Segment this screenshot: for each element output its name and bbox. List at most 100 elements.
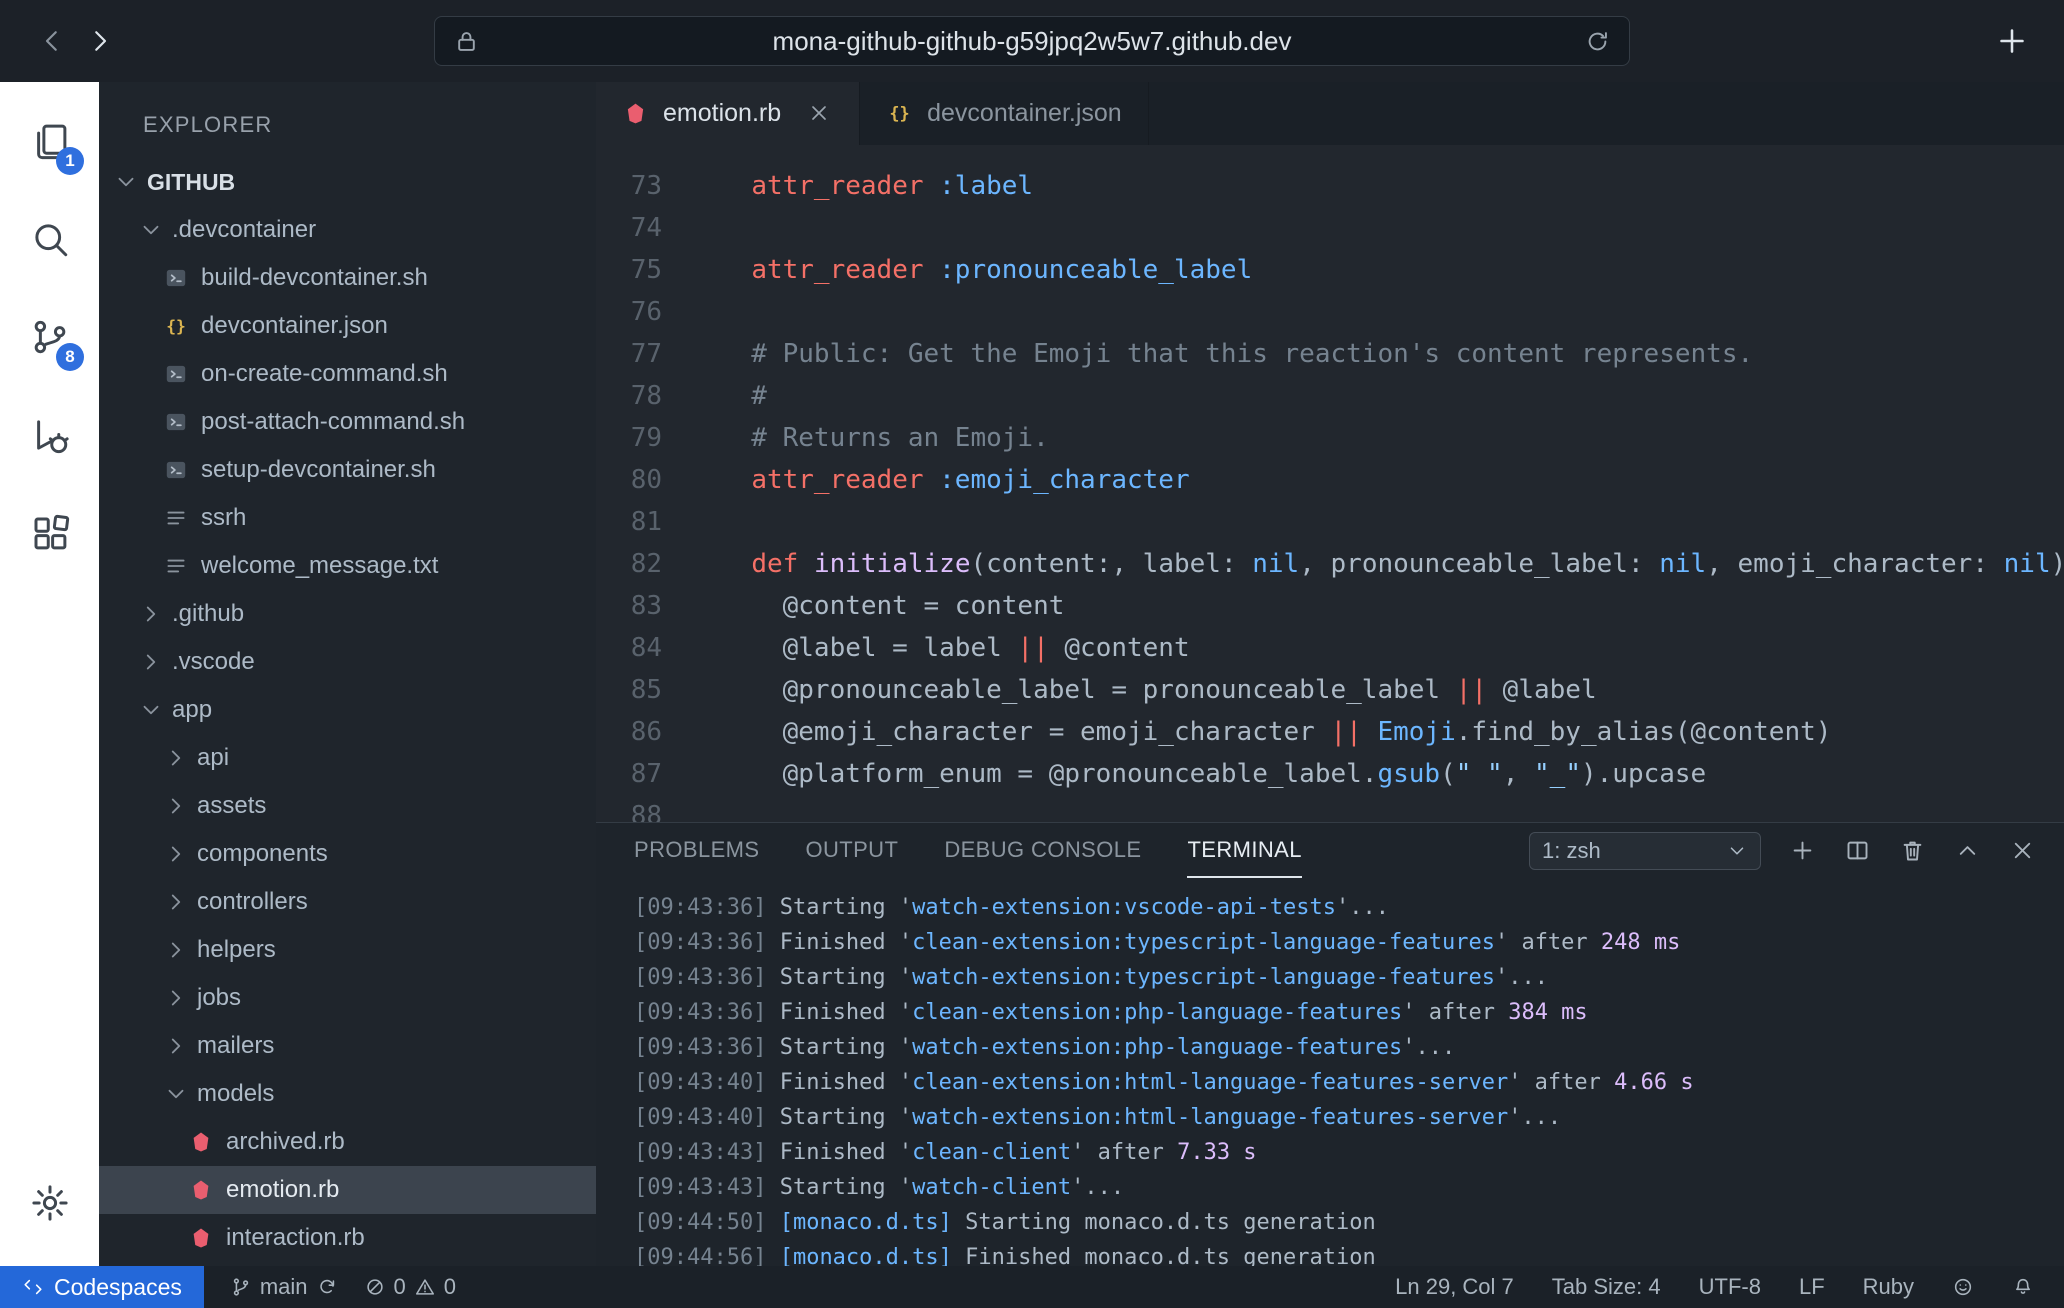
code-line: 83 @content = content bbox=[596, 585, 2064, 627]
tree-item-setup-devcontainer.sh[interactable]: setup-devcontainer.sh bbox=[99, 446, 596, 494]
branch-icon bbox=[230, 1276, 252, 1298]
chevron-right-icon bbox=[163, 937, 189, 963]
tree-item-emotion.rb[interactable]: emotion.rb bbox=[99, 1166, 596, 1214]
branch-name: main bbox=[260, 1274, 308, 1300]
tree-item-archived.rb[interactable]: archived.rb bbox=[99, 1118, 596, 1166]
terminal-line: [09:43:36] Finished 'clean-extension:typ… bbox=[634, 925, 2064, 960]
code-line: 84 @label = label || @content bbox=[596, 627, 2064, 669]
activity-settings[interactable] bbox=[0, 1154, 99, 1252]
chevron-right-icon bbox=[138, 601, 164, 627]
code-text: @pronounceable_label = pronounceable_lab… bbox=[720, 669, 1597, 711]
activity-extensions[interactable] bbox=[0, 484, 99, 582]
chevron-right-icon bbox=[138, 649, 164, 675]
tree-item-ssrh[interactable]: ssrh bbox=[99, 494, 596, 542]
tree-item-devcontainer.json[interactable]: {}devcontainer.json bbox=[99, 302, 596, 350]
chevron-down-icon bbox=[163, 1081, 189, 1107]
tree-item-api[interactable]: api bbox=[99, 734, 596, 782]
tree-item-label: ssrh bbox=[201, 504, 246, 532]
indentation-setting[interactable]: Tab Size: 4 bbox=[1552, 1274, 1661, 1300]
panel-tab-output[interactable]: OUTPUT bbox=[805, 823, 898, 878]
terminal-picker[interactable]: 1: zsh bbox=[1529, 832, 1761, 870]
tree-item-build-devcontainer.sh[interactable]: build-devcontainer.sh bbox=[99, 254, 596, 302]
activity-search[interactable] bbox=[0, 190, 99, 288]
browser-forward-button[interactable] bbox=[76, 17, 124, 65]
explorer-title: EXPLORER bbox=[99, 82, 596, 158]
explorer-sidebar: EXPLORER GITHUB .devcontainerbuild-devco… bbox=[99, 82, 596, 1266]
code-line: 73 attr_reader :label bbox=[596, 165, 2064, 207]
tree-item-welcome_message.txt[interactable]: welcome_message.txt bbox=[99, 542, 596, 590]
tree-item-controllers[interactable]: controllers bbox=[99, 878, 596, 926]
activity-run-debug[interactable] bbox=[0, 386, 99, 484]
code-editor[interactable]: 73 attr_reader :label7475 attr_reader :p… bbox=[596, 145, 2064, 822]
terminal-picker-label: 1: zsh bbox=[1542, 838, 1726, 864]
tree-section-github[interactable]: GITHUB bbox=[99, 158, 596, 206]
address-bar[interactable]: mona-github-github-g59jpq2w5w7.github.de… bbox=[434, 16, 1630, 66]
tree-item-assets[interactable]: assets bbox=[99, 782, 596, 830]
problems-status[interactable]: 0 0 bbox=[364, 1274, 457, 1300]
notifications-bell-icon[interactable] bbox=[2012, 1276, 2034, 1298]
tree-item-interaction.rb[interactable]: interaction.rb bbox=[99, 1214, 596, 1262]
panel-tab-problems[interactable]: PROBLEMS bbox=[634, 823, 759, 878]
activity-explorer[interactable]: 1 bbox=[0, 92, 99, 190]
branch-status[interactable]: main bbox=[230, 1274, 338, 1300]
tab-emotion.rb[interactable]: emotion.rb bbox=[596, 82, 860, 145]
new-tab-button[interactable] bbox=[1988, 17, 2036, 65]
language-mode[interactable]: Ruby bbox=[1863, 1274, 1914, 1300]
ruby-file-icon bbox=[622, 100, 649, 127]
tree-item-.vscode[interactable]: .vscode bbox=[99, 638, 596, 686]
tree-item-label: on-create-command.sh bbox=[201, 360, 448, 388]
terminal-line: [09:43:36] Starting 'watch-extension:php… bbox=[634, 1030, 2064, 1065]
tree-item-label: api bbox=[197, 744, 229, 772]
maximize-panel-icon[interactable] bbox=[1954, 837, 1981, 864]
code-line: 88 bbox=[596, 795, 2064, 822]
browser-back-button[interactable] bbox=[28, 17, 76, 65]
badge-count: 1 bbox=[56, 147, 84, 175]
close-panel-icon[interactable] bbox=[2009, 837, 2036, 864]
search-icon bbox=[29, 218, 71, 260]
terminal-output[interactable]: [09:43:36] Starting 'watch-extension:vsc… bbox=[596, 878, 2064, 1266]
tree-item-label: app bbox=[172, 696, 212, 724]
tree-item-.github[interactable]: .github bbox=[99, 590, 596, 638]
feedback-smiley-icon[interactable] bbox=[1952, 1276, 1974, 1298]
panel-tab-terminal[interactable]: TERMINAL bbox=[1187, 823, 1301, 878]
line-number: 79 bbox=[596, 417, 662, 459]
tree-item-post-attach-command.sh[interactable]: post-attach-command.sh bbox=[99, 398, 596, 446]
eol-setting[interactable]: LF bbox=[1799, 1274, 1825, 1300]
split-terminal-icon[interactable] bbox=[1844, 837, 1871, 864]
tree-item-label: archived.rb bbox=[226, 1128, 345, 1156]
svg-text:{}: {} bbox=[889, 103, 909, 123]
chevron-down-icon bbox=[113, 169, 139, 195]
terminal-line: [09:43:43] Finished 'clean-client' after… bbox=[634, 1135, 2064, 1170]
tree-item-label: interaction.rb bbox=[226, 1224, 365, 1252]
tree-item-components[interactable]: components bbox=[99, 830, 596, 878]
tree-item-app[interactable]: app bbox=[99, 686, 596, 734]
chevron-right-icon bbox=[163, 793, 189, 819]
code-text: attr_reader :label bbox=[720, 165, 1033, 207]
tab-devcontainer.json[interactable]: {}devcontainer.json bbox=[860, 82, 1149, 145]
kill-terminal-icon[interactable] bbox=[1899, 837, 1926, 864]
tree-item-label: .github bbox=[172, 600, 244, 628]
error-count: 0 bbox=[394, 1274, 406, 1300]
terminal-line: [09:43:36] Starting 'watch-extension:typ… bbox=[634, 960, 2064, 995]
chevron-right-icon bbox=[163, 1033, 189, 1059]
chevron-down-icon bbox=[138, 217, 164, 243]
cursor-position[interactable]: Ln 29, Col 7 bbox=[1395, 1274, 1514, 1300]
debug-icon bbox=[29, 414, 71, 456]
codespaces-status[interactable]: Codespaces bbox=[0, 1266, 204, 1308]
code-line: 76 bbox=[596, 291, 2064, 333]
refresh-icon[interactable] bbox=[1584, 28, 1611, 55]
tree-item-.devcontainer[interactable]: .devcontainer bbox=[99, 206, 596, 254]
tree-item-helpers[interactable]: helpers bbox=[99, 926, 596, 974]
new-terminal-icon[interactable] bbox=[1789, 837, 1816, 864]
panel-tab-debug-console[interactable]: DEBUG CONSOLE bbox=[944, 823, 1141, 878]
chevron-right-icon bbox=[163, 985, 189, 1011]
tree-item-label: mailers bbox=[197, 1032, 274, 1060]
tree-item-on-create-command.sh[interactable]: on-create-command.sh bbox=[99, 350, 596, 398]
close-icon[interactable] bbox=[807, 101, 833, 127]
encoding-setting[interactable]: UTF-8 bbox=[1699, 1274, 1761, 1300]
tree-item-mailers[interactable]: mailers bbox=[99, 1022, 596, 1070]
tree-item-models[interactable]: models bbox=[99, 1070, 596, 1118]
status-bar-right: Ln 29, Col 7 Tab Size: 4 UTF-8 LF Ruby bbox=[1395, 1274, 2064, 1300]
activity-source-control[interactable]: 8 bbox=[0, 288, 99, 386]
tree-item-jobs[interactable]: jobs bbox=[99, 974, 596, 1022]
